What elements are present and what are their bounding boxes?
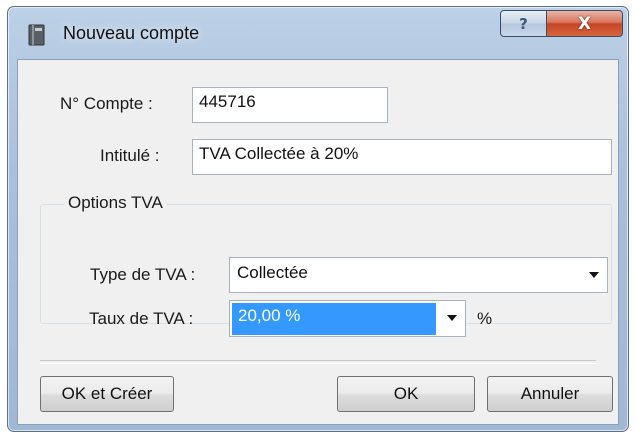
ok-create-button[interactable]: OK et Créer (40, 376, 174, 412)
account-number-value: 445716 (199, 92, 256, 111)
vat-type-label: Type de TVA : (90, 265, 196, 284)
dialog-window: Nouveau compte ? X N° Compte : 445716 In… (7, 6, 629, 432)
divider (40, 360, 596, 364)
window-title: Nouveau compte (63, 23, 200, 43)
vat-options-title: Options TVA (64, 193, 167, 213)
book-icon (28, 24, 45, 46)
title-value: TVA Collectée à 20% (199, 144, 359, 163)
title-label: Intitulé : (100, 146, 160, 165)
ok-label: OK (393, 384, 419, 403)
ok-button[interactable]: OK (337, 376, 475, 412)
close-button[interactable]: X (546, 10, 623, 37)
close-icon: X (577, 13, 592, 34)
vat-type-value: Collectée (237, 263, 308, 282)
vat-rate-label: Taux de TVA : (89, 309, 194, 328)
vat-rate-unit: % (477, 309, 493, 328)
account-number-field[interactable]: 445716 (192, 87, 388, 123)
ok-create-label: OK et Créer (61, 384, 153, 403)
dialog-body: N° Compte : 445716 Intitulé : TVA Collec… (17, 59, 619, 425)
title-bar[interactable]: Nouveau compte ? X (8, 7, 628, 59)
vat-rate-selection: 20,00 % (232, 303, 436, 335)
help-button[interactable]: ? (500, 10, 547, 37)
chevron-down-icon[interactable] (589, 272, 599, 278)
vat-rate-value: 20,00 % (238, 306, 301, 325)
vat-type-select[interactable]: Collectée (229, 257, 608, 293)
help-icon: ? (519, 14, 528, 33)
title-field[interactable]: TVA Collectée à 20% (192, 139, 612, 175)
account-number-label: N° Compte : (60, 94, 153, 113)
chevron-down-icon[interactable] (447, 315, 457, 321)
vat-rate-select[interactable]: 20,00 % (229, 300, 466, 337)
cancel-button[interactable]: Annuler (487, 376, 613, 412)
cancel-label: Annuler (520, 384, 580, 403)
